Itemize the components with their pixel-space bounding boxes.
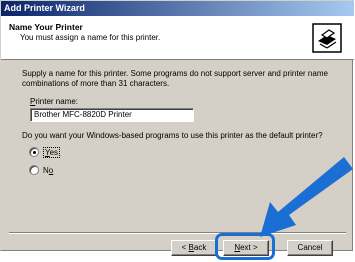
radio-no-label[interactable]: No (43, 166, 53, 175)
description-text: Supply a name for this printer. Some pro… (22, 69, 328, 88)
radio-yes-label[interactable]: Yes (43, 146, 61, 158)
header-subtitle: You must assign a name for this printer. (20, 33, 161, 42)
title-bar: Add Printer Wizard (1, 1, 354, 16)
printer-name-label: Printer name: (30, 97, 79, 106)
radio-no[interactable]: No (29, 163, 53, 177)
radio-no-button[interactable] (29, 165, 39, 175)
pointer-arrow-icon (260, 157, 353, 237)
back-button[interactable]: < Back (171, 240, 217, 256)
default-printer-question: Do you want your Windows-based programs … (22, 131, 323, 140)
header-title: Name Your Printer (9, 22, 83, 32)
wizard-header: Name Your Printer You must assign a name… (1, 16, 354, 60)
radio-yes-button[interactable] (29, 147, 39, 157)
printer-icon (312, 23, 342, 53)
radio-yes[interactable]: Yes (29, 145, 61, 159)
printer-name-input[interactable]: Brother MFC-8820D Printer (30, 108, 194, 122)
